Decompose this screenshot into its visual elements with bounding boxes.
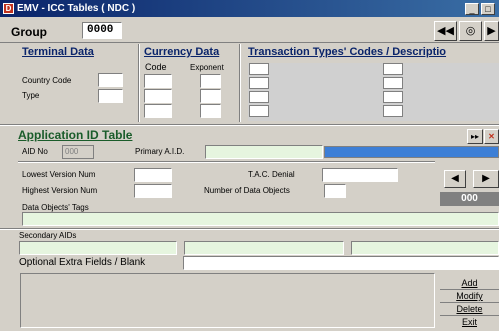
application-id-table-heading: Application ID Table bbox=[18, 128, 133, 142]
next-aid-button[interactable]: ▶ bbox=[473, 170, 499, 188]
lowest-version-label: Lowest Version Num bbox=[22, 170, 96, 179]
data-objects-tags-label: Data Objects' Tags bbox=[22, 203, 89, 212]
transaction-code-cell[interactable] bbox=[249, 63, 269, 75]
tac-denial-label: T.A.C. Denial bbox=[248, 170, 295, 179]
transaction-code-cell[interactable] bbox=[383, 77, 403, 89]
group-bar bbox=[0, 17, 499, 43]
modify-button[interactable]: Modify bbox=[440, 290, 499, 303]
expand-icon[interactable]: ▸▸ bbox=[467, 129, 483, 144]
secondary-aid-field-1[interactable] bbox=[19, 241, 177, 255]
transaction-types-heading: Transaction Types' Codes / Descriptio bbox=[248, 46, 447, 58]
transaction-code-cell[interactable] bbox=[249, 91, 269, 103]
lowest-version-field[interactable] bbox=[134, 168, 172, 182]
aid-counter: 000 bbox=[440, 192, 499, 206]
country-code-label: Country Code bbox=[22, 76, 72, 85]
rewind-button[interactable]: ◀◀ bbox=[434, 21, 457, 41]
app-icon: D bbox=[3, 3, 14, 14]
divider bbox=[18, 161, 435, 163]
data-objects-tags-field[interactable] bbox=[22, 212, 499, 226]
window-title: EMV - ICC Tables ( NDC ) bbox=[17, 3, 136, 14]
aid-no-field[interactable]: 000 bbox=[62, 145, 94, 159]
transaction-code-cell[interactable] bbox=[383, 63, 403, 75]
currency-exponent-field-3[interactable] bbox=[200, 104, 221, 118]
minimize-button[interactable]: _ bbox=[465, 3, 479, 15]
forward-button[interactable]: ▶ bbox=[484, 21, 499, 41]
secondary-aid-field-2[interactable] bbox=[184, 241, 344, 255]
highest-version-field[interactable] bbox=[134, 184, 172, 198]
currency-code-field-3[interactable] bbox=[144, 104, 172, 118]
currency-code-field-1[interactable] bbox=[144, 74, 172, 88]
currency-code-field-2[interactable] bbox=[144, 89, 172, 103]
divider bbox=[0, 124, 499, 126]
search-button[interactable]: ◎ bbox=[459, 21, 482, 41]
add-button[interactable]: Add bbox=[440, 277, 499, 290]
num-data-objects-field[interactable] bbox=[324, 184, 346, 198]
highest-version-label: Highest Version Num bbox=[22, 186, 98, 195]
code-label: Code bbox=[145, 62, 167, 72]
maximize-button[interactable]: □ bbox=[481, 3, 495, 15]
tac-denial-field[interactable] bbox=[322, 168, 398, 182]
exponent-label: Exponent bbox=[190, 63, 224, 72]
primary-aid-field[interactable] bbox=[205, 145, 323, 159]
optional-fields-input[interactable] bbox=[183, 256, 499, 270]
delete-button[interactable]: Delete bbox=[440, 303, 499, 316]
transaction-code-cell[interactable] bbox=[249, 77, 269, 89]
primary-aid-highlight[interactable] bbox=[324, 146, 499, 158]
aid-no-label: AID No bbox=[22, 147, 48, 156]
country-code-field[interactable] bbox=[98, 73, 123, 87]
optional-fields-label: Optional Extra Fields / Blank bbox=[19, 257, 146, 268]
currency-data-heading: Currency Data bbox=[144, 46, 220, 58]
separator bbox=[138, 44, 140, 122]
separator bbox=[239, 44, 241, 122]
currency-exponent-field-1[interactable] bbox=[200, 74, 221, 88]
primary-aid-label: Primary A.I.D. bbox=[135, 147, 185, 156]
type-field[interactable] bbox=[98, 89, 123, 103]
num-data-objects-label: Number of Data Objects bbox=[204, 186, 290, 195]
transaction-types-panel bbox=[248, 63, 499, 121]
transaction-code-cell[interactable] bbox=[383, 105, 403, 117]
previous-aid-button[interactable]: ◀ bbox=[444, 170, 466, 188]
transaction-code-cell[interactable] bbox=[249, 105, 269, 117]
divider bbox=[0, 228, 499, 230]
terminal-data-heading: Terminal Data bbox=[22, 46, 94, 58]
exit-button[interactable]: Exit bbox=[440, 316, 499, 329]
type-label: Type bbox=[22, 91, 40, 100]
close-icon[interactable]: ✕ bbox=[484, 129, 499, 144]
secondary-aid-field-3[interactable] bbox=[351, 241, 499, 255]
group-field[interactable]: 0000 bbox=[82, 22, 122, 39]
aid-list-box[interactable] bbox=[20, 273, 435, 328]
currency-exponent-field-2[interactable] bbox=[200, 89, 221, 103]
transaction-code-cell[interactable] bbox=[383, 91, 403, 103]
secondary-aids-label: Secondary AIDs bbox=[19, 231, 77, 240]
group-label: Group bbox=[11, 25, 47, 39]
